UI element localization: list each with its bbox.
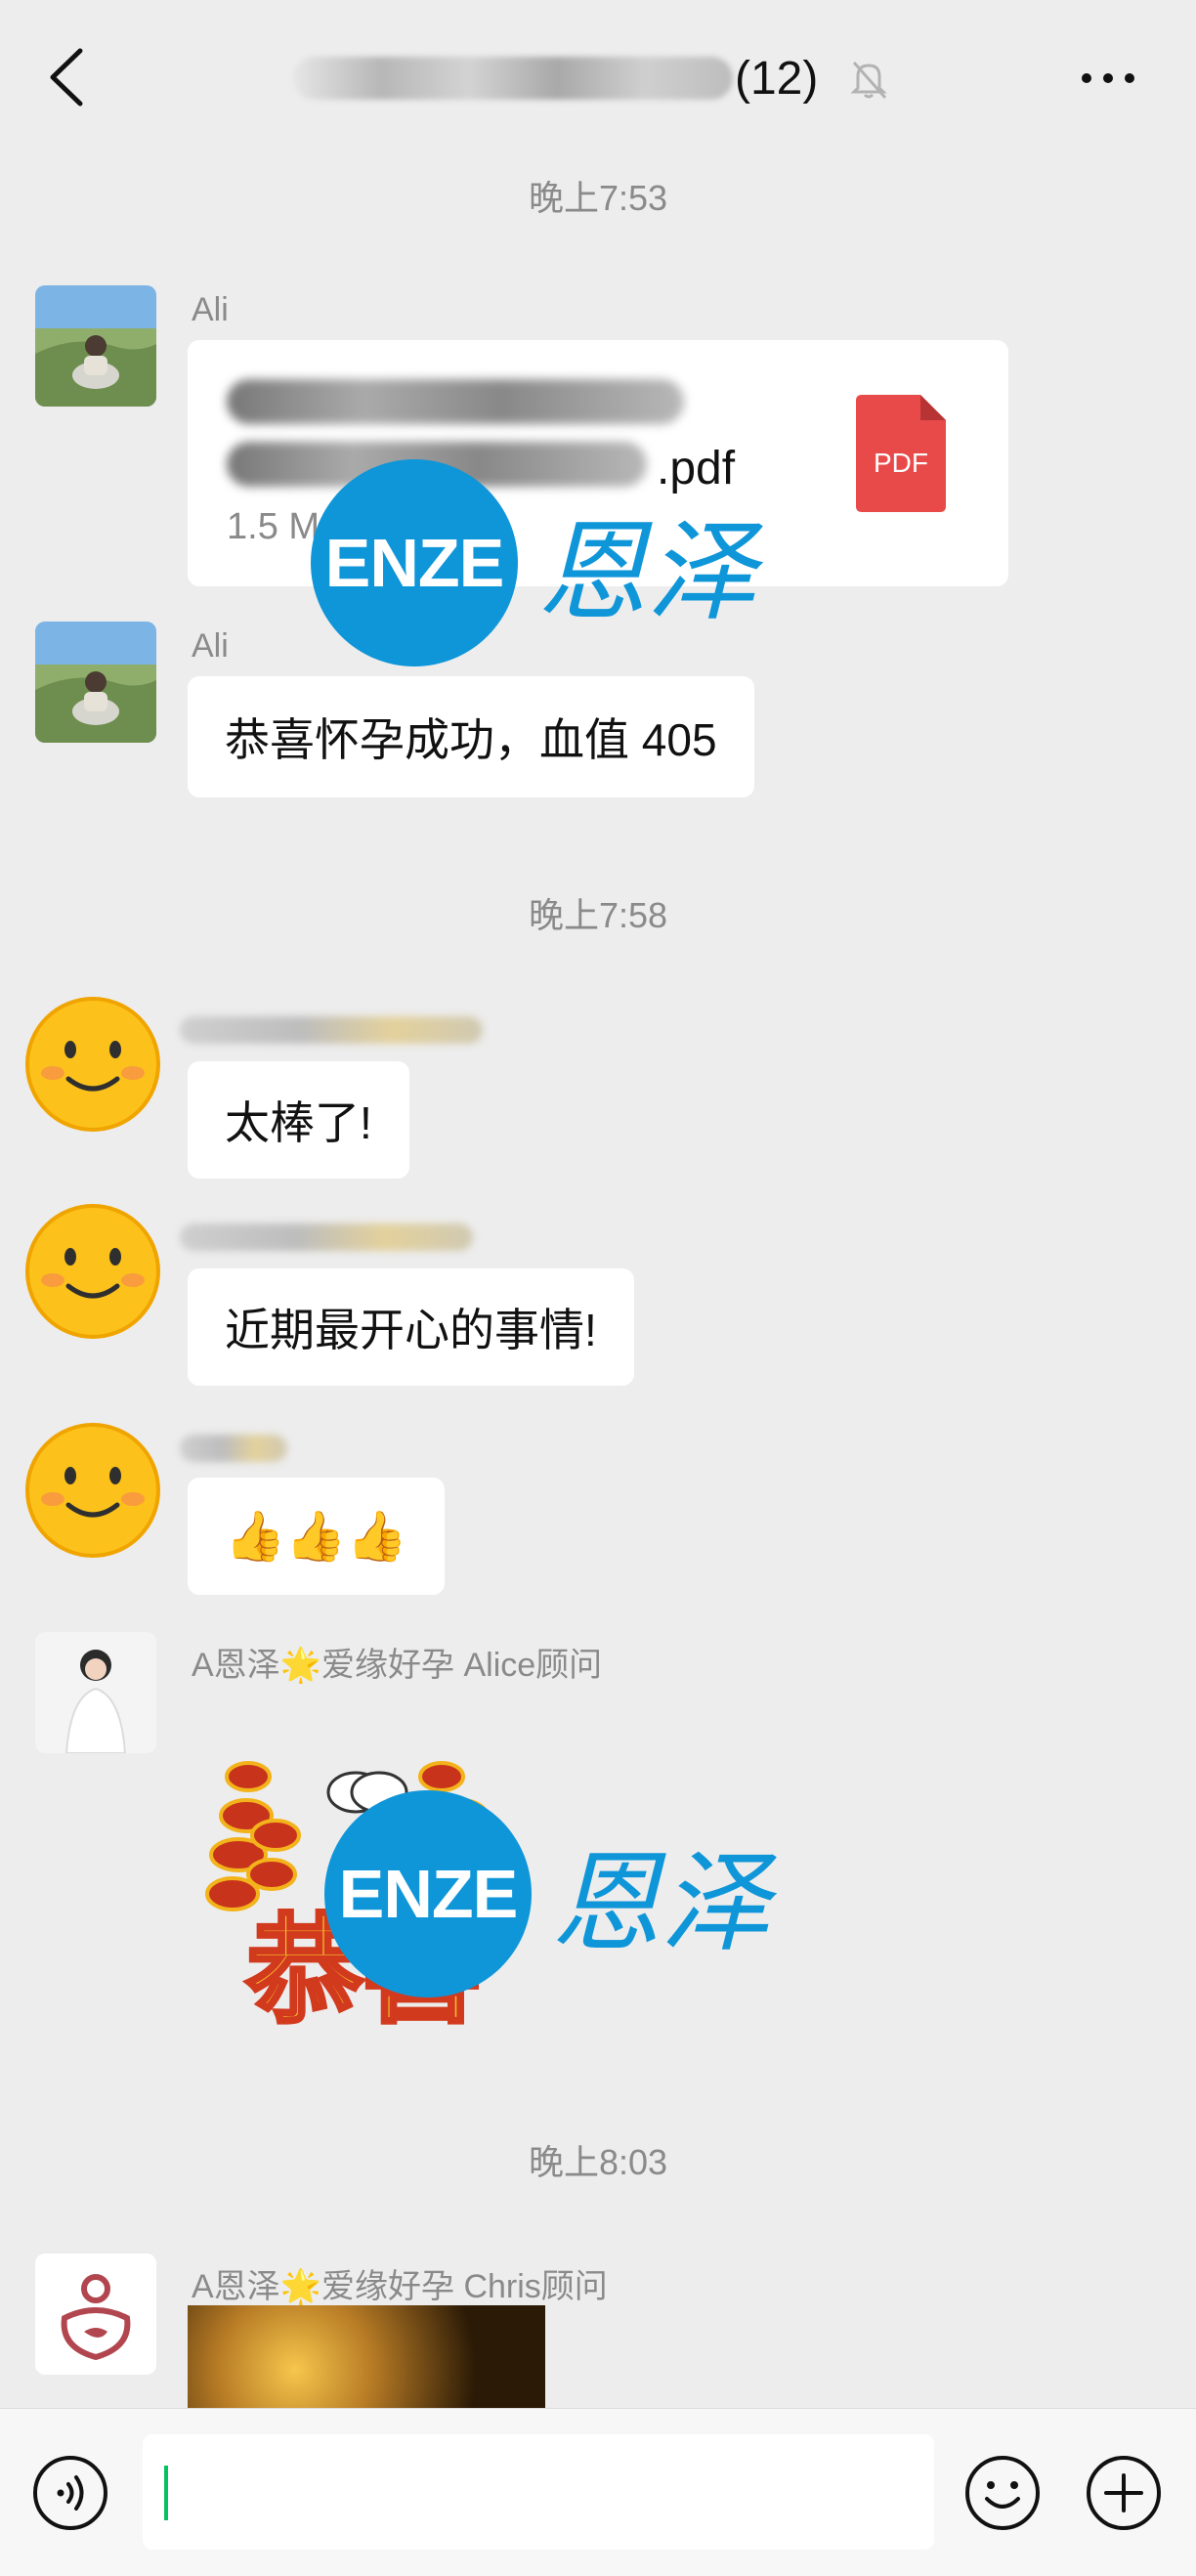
smiley-face-avatar-icon[interactable]	[23, 995, 162, 1134]
sender-name: A恩泽🌟爱缘好孕 Alice顾问	[192, 1647, 603, 1684]
watermark-logo: ENZE 恩泽	[311, 459, 756, 666]
chat-title[interactable]: (12)	[293, 39, 818, 117]
timestamp: 晚上7:53	[528, 178, 668, 218]
text-message-bubble[interactable]: 太棒了!	[188, 1061, 409, 1179]
redacted-group-name	[293, 57, 733, 100]
watermark-circle: ENZE	[311, 459, 518, 666]
smiley-face-avatar-icon[interactable]	[23, 1421, 162, 1560]
smiley-icon[interactable]	[963, 2454, 1042, 2532]
timestamp: 晚上8:03	[528, 2142, 668, 2182]
redacted-sender-name	[180, 1224, 473, 1251]
fireworks-image[interactable]	[188, 2305, 545, 2408]
pdf-label: PDF	[874, 448, 928, 478]
redacted-sender-name	[180, 1435, 287, 1462]
message-input-bar	[0, 2408, 1196, 2576]
avatar[interactable]	[35, 1632, 156, 1753]
watermark-chinese: 恩泽	[551, 1840, 770, 1967]
sender-name: Ali	[192, 291, 229, 328]
text-cursor	[164, 2466, 168, 2520]
avatar[interactable]	[35, 622, 156, 743]
member-count: (12)	[735, 52, 819, 105]
text-message-bubble[interactable]: 👍👍👍	[188, 1478, 445, 1595]
voice-icon[interactable]	[31, 2454, 109, 2532]
avatar[interactable]	[35, 2254, 156, 2375]
text-message-bubble[interactable]: 近期最开心的事情!	[188, 1268, 634, 1386]
redacted-sender-name	[180, 1016, 483, 1044]
file-size: 1.5 M	[227, 506, 320, 547]
avatar[interactable]	[35, 285, 156, 407]
chat-message-list[interactable]: 晚上7:53 Ali .pdf 1.5 M PDF ENZE 恩泽 Ali 恭喜…	[0, 154, 1196, 2408]
watermark-chinese: 恩泽	[537, 509, 756, 636]
message-text-input[interactable]	[143, 2434, 934, 2550]
back-chevron-icon[interactable]	[47, 47, 86, 107]
pdf-file-icon: PDF	[856, 395, 946, 512]
text-message-bubble[interactable]: 恭喜怀孕成功，血值 405	[188, 676, 754, 797]
redacted-file-name	[227, 379, 684, 424]
bell-off-icon	[850, 62, 887, 99]
timestamp: 晚上7:58	[528, 895, 668, 935]
plus-circle-icon[interactable]	[1085, 2454, 1163, 2532]
watermark-logo: ENZE 恩泽	[324, 1790, 770, 1997]
sender-name: A恩泽🌟爱缘好孕 Chris顾问	[192, 2268, 608, 2305]
watermark-circle: ENZE	[324, 1790, 532, 1997]
chat-header: (12)	[0, 0, 1196, 154]
smiley-face-avatar-icon[interactable]	[23, 1202, 162, 1341]
ellipsis-icon[interactable]	[1079, 61, 1137, 96]
sender-name: Ali	[192, 627, 229, 665]
